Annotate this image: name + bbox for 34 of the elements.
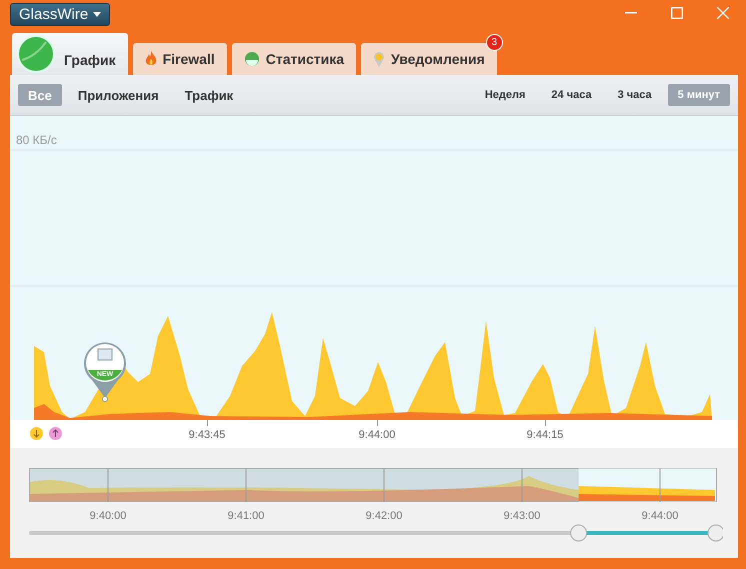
filter-button[interactable]: Трафик	[174, 84, 244, 106]
app-menu-button[interactable]: GlassWire	[10, 3, 110, 26]
time-range-button[interactable]: 3 часа	[608, 84, 662, 106]
maximize-icon	[671, 7, 683, 19]
time-label: 9:41:00	[228, 510, 264, 522]
filter-button[interactable]: Приложения	[68, 84, 169, 106]
axis-label: 80 КБ/с	[16, 133, 57, 147]
tab[interactable]: Firewall	[132, 43, 227, 75]
caret-icon	[93, 12, 102, 17]
time-label: 9:40:00	[90, 510, 126, 522]
time-label: 9:44:00	[642, 510, 678, 522]
time-range-button[interactable]: Неделя	[474, 84, 536, 106]
tick-mark	[377, 420, 378, 426]
upload-icon	[49, 427, 62, 440]
tab[interactable]: Статистика	[232, 43, 356, 75]
download-icon	[30, 427, 43, 440]
slider-handle[interactable]	[570, 524, 588, 542]
time-label: 9:43:00	[504, 510, 540, 522]
time-range-button[interactable]: 24 часа	[541, 84, 602, 106]
minimize-icon	[625, 12, 637, 14]
slider-handle[interactable]	[708, 524, 723, 542]
time-label: 9:43:45	[188, 429, 226, 441]
time-label: 9:44:00	[358, 429, 396, 441]
close-icon	[717, 7, 729, 19]
location-pin-icon	[373, 51, 386, 67]
flame-icon	[144, 51, 157, 67]
tick-mark	[207, 420, 208, 426]
tick-mark	[545, 420, 546, 426]
globe-icon	[16, 34, 56, 74]
time-label: 9:42:00	[366, 510, 402, 522]
time-label: 9:44:15	[526, 429, 564, 441]
gauge-icon	[244, 51, 260, 67]
notification-badge: 3	[486, 34, 503, 51]
tab[interactable]: График	[12, 33, 128, 75]
